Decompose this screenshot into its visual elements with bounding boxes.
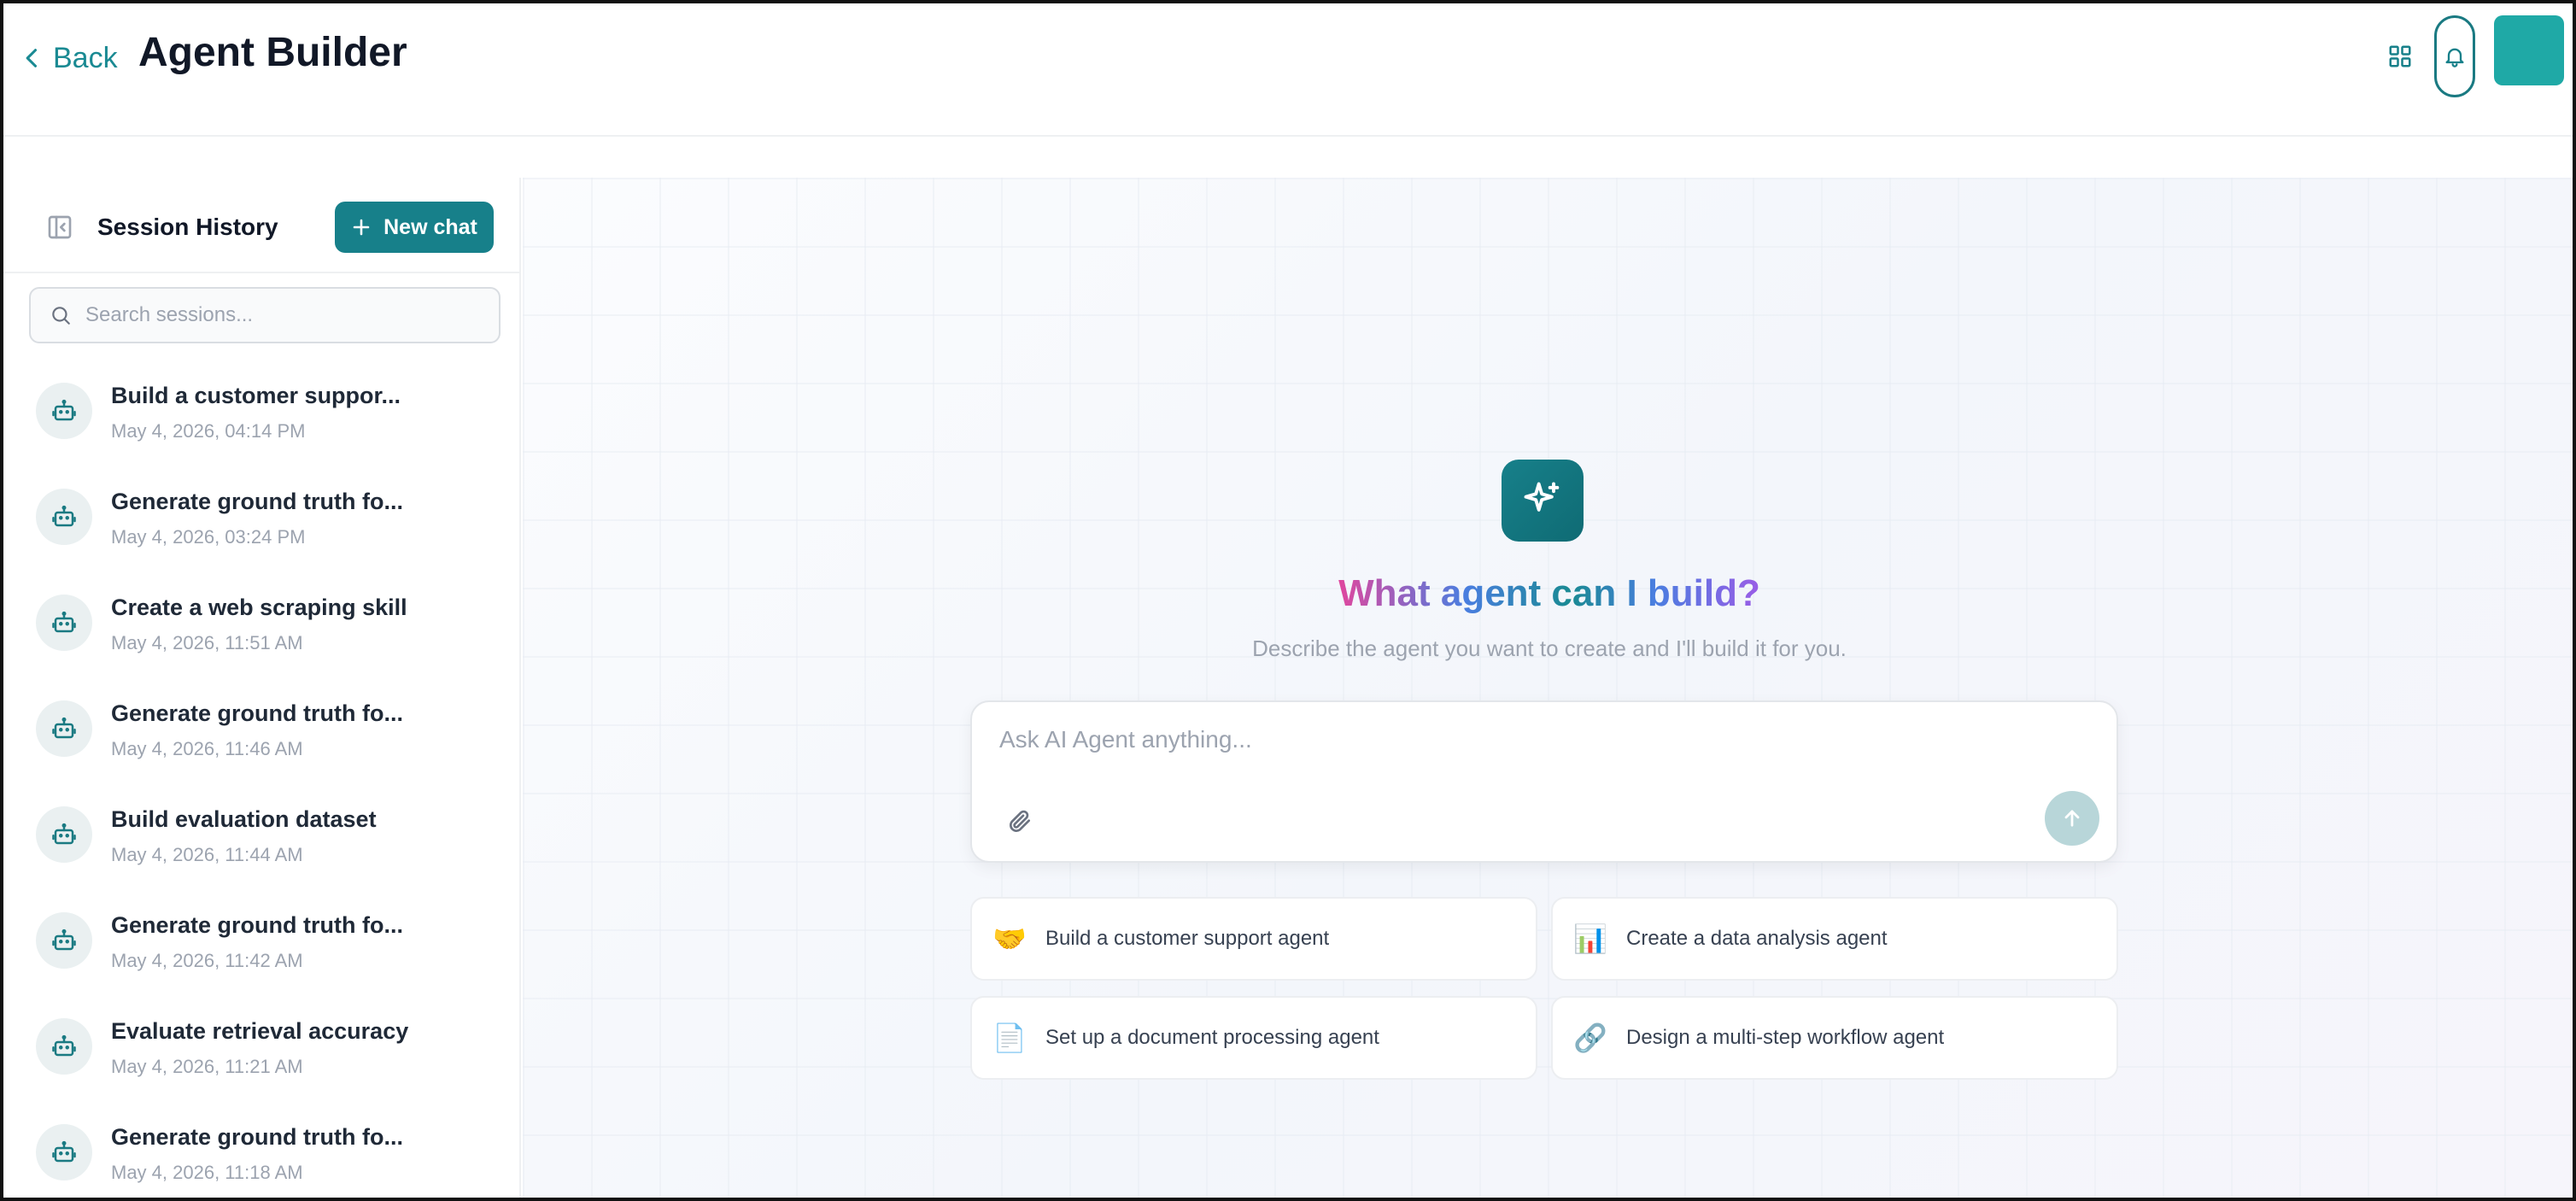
session-date: May 4, 2026, 11:51 AM [111, 632, 303, 653]
suggestion-emoji-icon: 📄 [992, 1022, 1027, 1054]
suggestion-label: Build a customer support agent [1045, 927, 1330, 950]
sparkle-badge [1502, 460, 1584, 542]
page-title: Agent Builder [138, 30, 407, 75]
session-list: Build a customer suppor... May 4, 2026, 0… [3, 374, 521, 1198]
suggestion-card[interactable]: 📄 Set up a document processing agent [970, 996, 1537, 1080]
bot-avatar [36, 912, 92, 969]
apps-button[interactable] [2383, 39, 2417, 73]
bot-icon [52, 717, 76, 739]
bot-icon [52, 823, 76, 845]
suggestion-emoji-icon: 📊 [1573, 923, 1607, 955]
suggestion-emoji-icon: 🔗 [1573, 1022, 1607, 1054]
suggestion-label: Set up a document processing agent [1045, 1026, 1379, 1049]
session-item[interactable]: Build a customer suppor... May 4, 2026, 0… [3, 374, 521, 480]
prompt-composer [970, 700, 2118, 863]
bot-icon [52, 399, 76, 421]
top-header: Back Agent Builder [3, 3, 2573, 137]
search-sessions-input[interactable] [85, 303, 478, 327]
session-name: Generate ground truth fo... [111, 700, 403, 726]
plus-icon [353, 219, 370, 236]
sparkles-icon [1524, 482, 1560, 512]
bot-icon [52, 505, 76, 527]
send-button[interactable] [2045, 791, 2099, 846]
bot-avatar [36, 1018, 92, 1075]
session-item[interactable]: Generate ground truth fo... May 4, 2026, … [3, 480, 521, 586]
session-item[interactable]: Generate ground truth fo... May 4, 2026, … [3, 692, 521, 798]
main-canvas: What agent can I build? Describe the age… [523, 178, 2573, 1198]
session-name: Create a web scraping skill [111, 595, 407, 620]
bot-avatar [36, 595, 92, 651]
suggestion-card[interactable]: 📊 Create a data analysis agent [1551, 897, 2118, 981]
suggestion-card[interactable]: 🔗 Design a multi-step workflow agent [1551, 996, 2118, 1080]
session-item[interactable]: Generate ground truth fo... May 4, 2026, … [3, 1116, 521, 1198]
session-name: Evaluate retrieval accuracy [111, 1018, 409, 1044]
session-history-title: Session History [97, 214, 278, 240]
bot-avatar [36, 489, 92, 545]
search-icon [52, 307, 70, 325]
user-avatar[interactable] [2494, 15, 2564, 85]
session-date: May 4, 2026, 11:44 AM [111, 844, 303, 865]
suggestion-card[interactable]: 🤝 Build a customer support agent [970, 897, 1537, 981]
bell-icon [2445, 48, 2464, 67]
sidebar-header: Session History New chat [3, 178, 519, 273]
suggestion-label: Create a data analysis agent [1626, 927, 1888, 950]
suggestion-emoji-icon: 🤝 [992, 923, 1027, 955]
back-link[interactable]: Back [20, 38, 118, 79]
prompt-input[interactable] [999, 726, 2093, 777]
paperclip-icon [1010, 810, 1030, 832]
new-chat-button[interactable]: New chat [335, 202, 494, 253]
hero-subtitle: Describe the agent you want to create an… [1252, 636, 1847, 661]
notifications-button[interactable] [2434, 15, 2475, 97]
sidebar-collapse-icon [48, 215, 72, 239]
bot-icon [52, 611, 76, 633]
bot-icon [52, 1140, 76, 1163]
back-label: Back [53, 41, 118, 74]
session-date: May 4, 2026, 11:46 AM [111, 738, 303, 759]
suggestion-label: Design a multi-step workflow agent [1626, 1026, 1945, 1049]
bot-avatar [36, 806, 92, 863]
session-name: Build a customer suppor... [111, 383, 401, 408]
suggestion-grid: 🤝 Build a customer support agent 📊 Create a… [970, 897, 2118, 1080]
collapse-sidebar-button[interactable] [46, 214, 73, 241]
grid-icon [2389, 45, 2411, 67]
bot-icon [52, 1034, 76, 1057]
hero-title: What agent can I build? [1338, 572, 1760, 614]
arrow-up-icon [2064, 810, 2080, 827]
session-name: Generate ground truth fo... [111, 489, 403, 514]
bot-avatar [36, 700, 92, 757]
session-date: May 4, 2026, 04:14 PM [111, 420, 306, 442]
chevron-left-icon [26, 49, 38, 67]
attach-button[interactable] [1003, 805, 1037, 839]
session-name: Generate ground truth fo... [111, 1124, 403, 1150]
session-name: Build evaluation dataset [111, 806, 377, 832]
session-date: May 4, 2026, 03:24 PM [111, 526, 306, 548]
session-sidebar: Session History New chat Build a custome… [3, 178, 521, 1198]
session-item[interactable]: Evaluate retrieval accuracy May 4, 2026, … [3, 1010, 521, 1116]
session-name: Generate ground truth fo... [111, 912, 403, 938]
session-date: May 4, 2026, 11:18 AM [111, 1162, 303, 1183]
bot-icon [52, 929, 76, 951]
session-date: May 4, 2026, 11:42 AM [111, 950, 303, 971]
session-search [29, 287, 501, 343]
new-chat-label: New chat [383, 214, 477, 239]
session-item[interactable]: Create a web scraping skill May 4, 2026, … [3, 586, 521, 692]
bot-avatar [36, 1124, 92, 1180]
session-item[interactable]: Build evaluation dataset May 4, 2026, 11:… [3, 798, 521, 904]
bot-avatar [36, 383, 92, 439]
session-item[interactable]: Generate ground truth fo... May 4, 2026, … [3, 904, 521, 1010]
session-date: May 4, 2026, 11:21 AM [111, 1056, 303, 1077]
app-window: Back Agent Builder Session History New c… [0, 0, 2576, 1201]
